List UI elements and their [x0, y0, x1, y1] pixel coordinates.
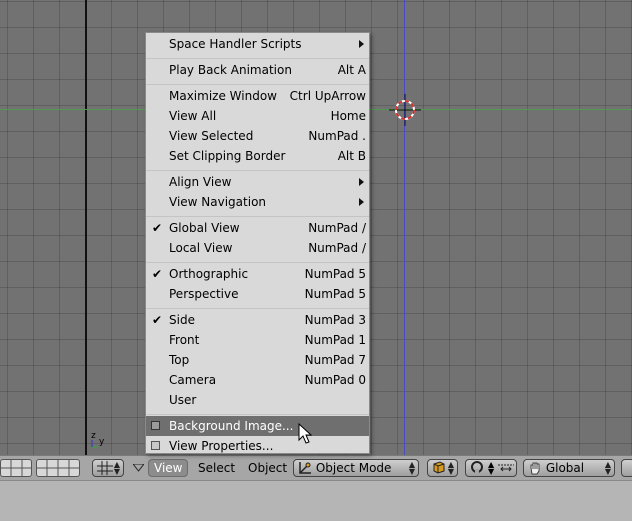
menu-item-camera[interactable]: Camera NumPad 0	[146, 370, 369, 390]
orientation-select[interactable]: Global ▲ ▼	[523, 459, 615, 477]
z-axis-line	[404, 0, 405, 455]
menu-item-view-selected[interactable]: View Selected NumPad .	[146, 126, 369, 146]
pivot-icon	[471, 461, 483, 474]
mini-axis-widget: z y	[90, 431, 110, 449]
menu-item-set-clipping-border[interactable]: Set Clipping Border Alt B	[146, 146, 369, 166]
view3d-header: ▲ ▼ View Select Object Object Mode ▲ ▼ ▲ ▼ …	[0, 455, 632, 480]
layer-grid-icon	[0, 459, 80, 477]
extra-header-button[interactable]	[621, 459, 632, 477]
3d-cursor-icon[interactable]	[389, 94, 421, 126]
menu-select[interactable]: Select	[193, 459, 240, 477]
draw-type-select[interactable]: ▲ ▼	[427, 459, 458, 477]
updown-icon: ▲ ▼	[408, 460, 415, 476]
menu-separator	[146, 414, 369, 415]
menu-item-front[interactable]: Front NumPad 1	[146, 330, 369, 350]
menu-item-space-handler-scripts[interactable]: Space Handler Scripts	[146, 34, 369, 54]
menu-separator	[146, 170, 369, 171]
manipulator-icon	[498, 464, 514, 472]
submenu-arrow-icon	[359, 198, 364, 206]
menu-separator	[146, 308, 369, 309]
menu-object[interactable]: Object	[243, 459, 292, 477]
orientation-label: Global	[545, 461, 585, 475]
menu-separator	[146, 58, 369, 59]
object-mode-icon	[299, 462, 311, 474]
menu-item-perspective[interactable]: Perspective NumPad 5	[146, 284, 369, 304]
collapse-triangle-icon[interactable]	[133, 464, 144, 472]
menu-item-user[interactable]: User	[146, 390, 369, 410]
menu-separator	[146, 84, 369, 85]
object-edge-line	[85, 0, 87, 455]
menu-separator	[146, 216, 369, 217]
checkmark-icon: ✔	[152, 313, 163, 327]
submenu-arrow-icon	[359, 40, 364, 48]
grid-icon	[97, 461, 113, 475]
checkmark-icon: ✔	[152, 221, 163, 235]
view-menu: Space Handler Scripts Play Back Animatio…	[145, 32, 370, 454]
menu-item-view-navigation[interactable]: View Navigation	[146, 192, 369, 212]
mode-select[interactable]: Object Mode ▲ ▼	[293, 459, 419, 477]
updown-icon: ▲ ▼	[447, 460, 454, 476]
menu-separator	[146, 262, 369, 263]
mouse-pointer-icon	[298, 423, 313, 444]
menu-item-align-view[interactable]: Align View	[146, 172, 369, 192]
editor-type-button[interactable]: ▲ ▼	[92, 459, 124, 477]
bottom-panel	[0, 480, 632, 521]
menu-item-play-back-animation[interactable]: Play Back Animation Alt A	[146, 60, 369, 80]
checkmark-icon: ✔	[152, 267, 163, 281]
menu-item-maximize-window[interactable]: Maximize Window Ctrl UpArrow	[146, 86, 369, 106]
menu-item-top[interactable]: Top NumPad 7	[146, 350, 369, 370]
checkbox-icon[interactable]	[151, 421, 160, 430]
solid-cube-icon	[433, 461, 445, 474]
pivot-point-select[interactable]: ▲ ▼	[465, 459, 517, 477]
updown-icon: ▲ ▼	[113, 460, 120, 476]
menu-item-background-image[interactable]: Background Image...	[146, 416, 369, 436]
checkbox-icon[interactable]	[151, 441, 160, 450]
menu-item-local-view[interactable]: Local View NumPad /	[146, 238, 369, 258]
mode-label: Object Mode	[315, 461, 392, 475]
menu-item-orthographic[interactable]: ✔ Orthographic NumPad 5	[146, 264, 369, 284]
menu-item-side[interactable]: ✔ Side NumPad 3	[146, 310, 369, 330]
hand-icon	[530, 462, 540, 475]
menu-item-view-properties[interactable]: View Properties...	[146, 436, 369, 456]
menu-item-view-all[interactable]: View All Home	[146, 106, 369, 126]
menu-item-global-view[interactable]: ✔ Global View NumPad /	[146, 218, 369, 238]
menu-view[interactable]: View	[148, 459, 189, 477]
updown-icon: ▲ ▼	[604, 460, 611, 476]
submenu-arrow-icon	[359, 178, 364, 186]
